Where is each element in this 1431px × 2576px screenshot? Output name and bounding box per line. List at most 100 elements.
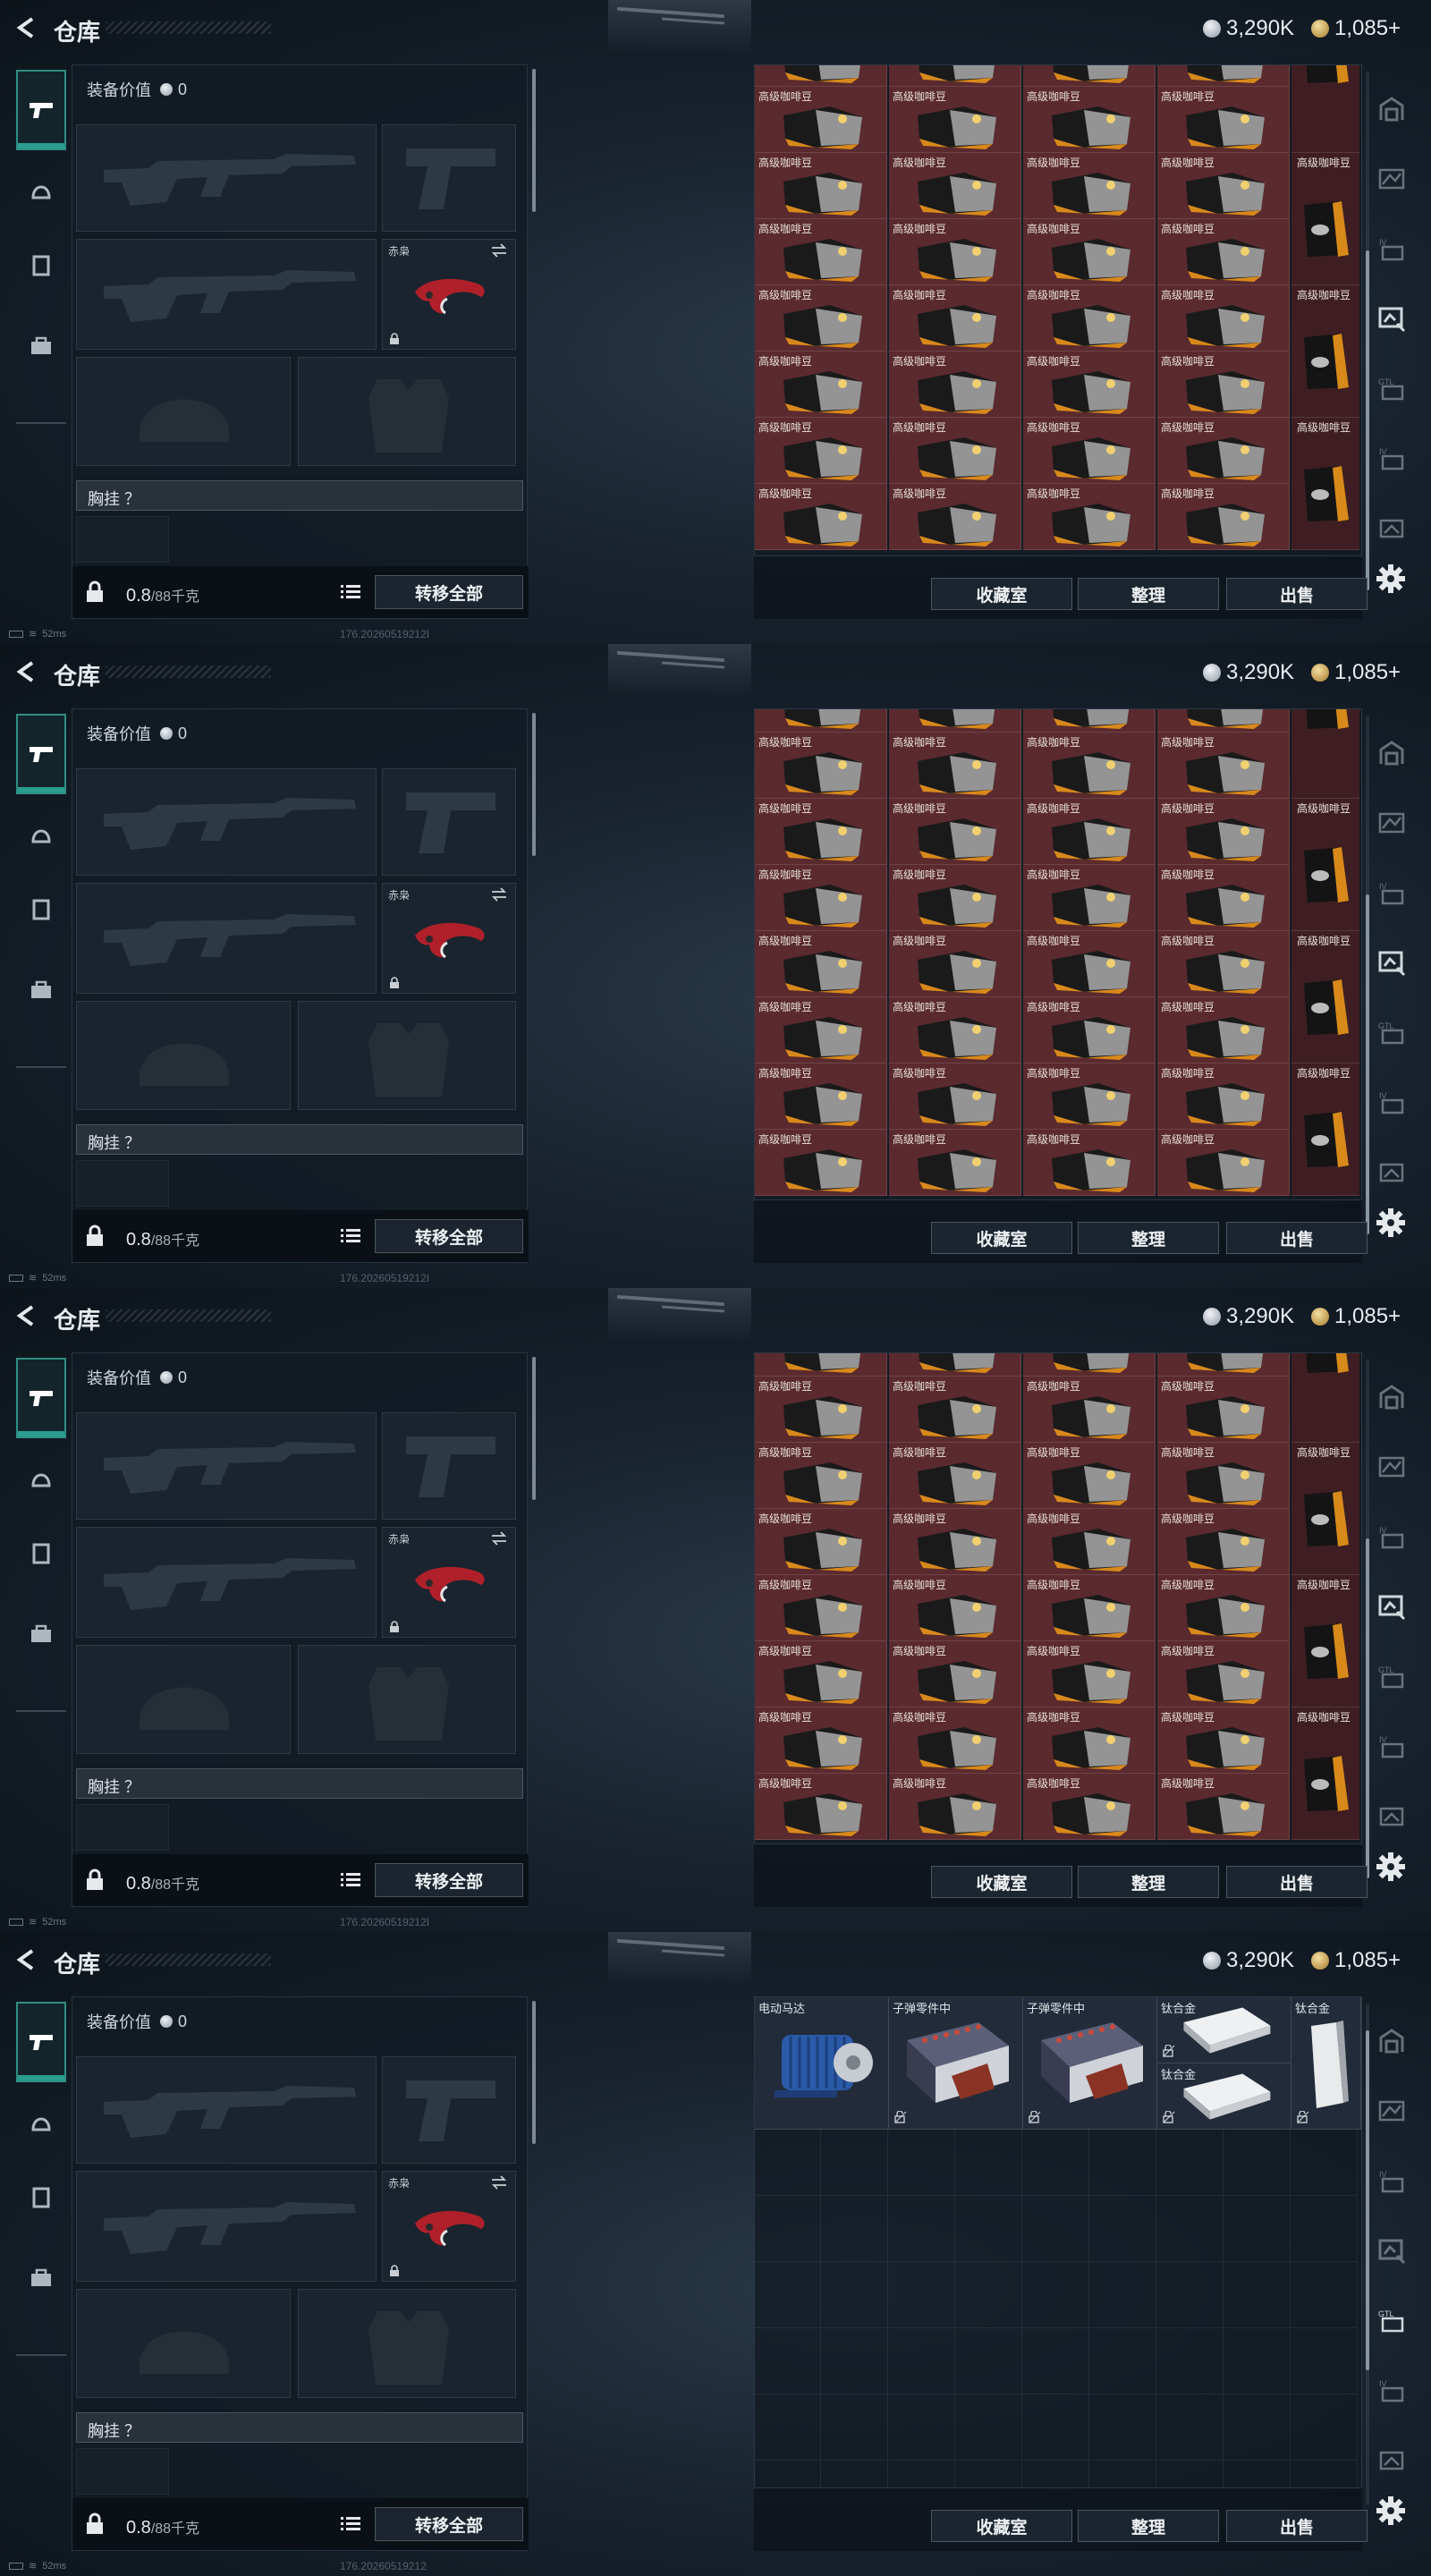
secondary-weapon-slot[interactable] [382,1412,516,1520]
storage-scroll-thumb[interactable] [1366,250,1369,590]
coffee-item[interactable]: 高级咖啡豆 [1023,1774,1156,1840]
empty-slot[interactable] [755,2394,821,2461]
chest-rig-header[interactable]: 胸挂 ？ [76,2412,523,2443]
coffee-item[interactable]: 高级咖啡豆 [889,219,1021,285]
lock-icon[interactable] [85,1224,105,1248]
nav-vest[interactable] [16,1513,66,1594]
coffee-item[interactable]: 高级咖啡豆 [1157,484,1290,550]
secondary-weapon-slot[interactable] [382,768,516,876]
coffee-item[interactable]: 高级咖啡豆 [1157,65,1290,87]
collection-room-button[interactable]: 收藏室 [931,2510,1072,2542]
coffee-item[interactable]: 高级咖啡豆 [1157,1641,1290,1707]
settings-gear-icon[interactable] [1376,1208,1406,1238]
empty-slot[interactable] [1090,2394,1156,2461]
empty-slot[interactable] [889,2130,955,2196]
coffee-item[interactable]: 高级咖啡豆 [889,733,1021,799]
nav-armor[interactable] [16,159,66,222]
empty-slot[interactable] [822,2461,888,2487]
coffee-item[interactable]: 高级咖啡豆 [1023,87,1156,153]
coffee-item[interactable]: 高级咖啡豆 [755,1377,887,1443]
primary-weapon-slot[interactable] [76,124,377,232]
storage-tab-7-icon[interactable] [1374,1154,1410,1190]
coffee-item[interactable]: 高级咖啡豆 [1023,1063,1156,1130]
coffee-item[interactable]: 高级咖啡豆 [755,1707,887,1774]
list-icon[interactable] [341,1872,360,1888]
equipment-scrollbar[interactable] [532,69,536,212]
helmet-slot[interactable] [76,2289,291,2398]
storage-tab-1-icon[interactable] [1374,735,1410,771]
coffee-item[interactable]: 高级咖啡豆 [1023,1575,1156,1641]
nav-armor[interactable] [16,1447,66,1510]
coffee-item[interactable]: 高级咖啡豆 [755,1353,887,1377]
coffee-item[interactable]: 高级咖啡豆 [889,1377,1021,1443]
equipment-scrollbar[interactable] [532,1357,536,1500]
list-icon[interactable] [341,584,360,600]
coffee-item[interactable]: 高级咖啡豆 [1157,153,1290,219]
secondary-weapon-slot[interactable] [382,2056,516,2164]
empty-slot[interactable] [755,2262,821,2328]
transfer-all-button[interactable]: 转移全部 [375,575,523,609]
coffee-item[interactable]: 高级咖啡豆 [755,65,887,87]
sell-button[interactable]: 出售 [1226,2510,1367,2542]
storage-tab-3-icon[interactable]: IV [1374,875,1410,911]
coffee-item[interactable]: 高级咖啡豆 [889,1707,1021,1774]
storage-tab-5-icon[interactable]: GTL [1374,2302,1410,2338]
chest-rig-slot[interactable] [76,516,169,563]
empty-slot[interactable] [889,2196,955,2262]
empty-slot[interactable] [1023,2196,1089,2262]
nav-vest[interactable] [16,869,66,950]
empty-slot[interactable] [822,2130,888,2196]
primary-weapon-slot[interactable] [76,1412,377,1520]
empty-slot[interactable] [889,2461,955,2487]
empty-slot[interactable] [1157,2196,1224,2262]
coffee-item[interactable]: 高级咖啡豆 [755,931,887,997]
empty-slot[interactable] [889,2262,955,2328]
coffee-item[interactable]: 高级咖啡豆 [1157,352,1290,418]
coffee-item[interactable]: 高级咖啡豆 [1157,418,1290,484]
coffee-item[interactable]: 高级咖啡豆 [889,1063,1021,1130]
empty-slot[interactable] [1224,2394,1291,2461]
coffee-item[interactable]: 高级咖啡豆 [1023,153,1156,219]
primary-weapon-slot[interactable] [76,768,377,876]
empty-slot[interactable] [822,2328,888,2394]
coffee-sack-item[interactable] [1291,709,1359,799]
empty-slot[interactable] [1157,2130,1224,2196]
coffee-item[interactable]: 高级咖啡豆 [755,799,887,865]
nav-backpack[interactable] [16,1594,66,1674]
coffee-sack-item[interactable]: 高级咖啡豆 [1291,1707,1359,1840]
nav-armor[interactable] [16,803,66,866]
empty-slot[interactable] [822,2196,888,2262]
coffee-item[interactable]: 高级咖啡豆 [889,352,1021,418]
chest-rig-slot[interactable] [76,1804,169,1851]
coffee-sack-item[interactable]: 高级咖啡豆 [1291,799,1359,931]
empty-slot[interactable] [956,2394,1022,2461]
sort-button[interactable]: 整理 [1078,1866,1219,1898]
back-arrow-icon[interactable] [14,660,38,683]
coffee-item[interactable]: 高级咖啡豆 [889,1443,1021,1509]
nav-vest[interactable] [16,225,66,306]
empty-slot[interactable] [889,2328,955,2394]
storage-tab-7-icon[interactable] [1374,510,1410,546]
helmet-slot[interactable] [76,357,291,466]
coffee-item[interactable]: 高级咖啡豆 [1023,65,1156,87]
coffee-sack-item[interactable]: 高级咖啡豆 [1291,1443,1359,1575]
empty-slot[interactable] [1090,2130,1156,2196]
coffee-item[interactable]: 高级咖啡豆 [889,997,1021,1063]
empty-slot[interactable] [1224,2262,1291,2328]
empty-slot[interactable] [1023,2262,1089,2328]
armor-slot[interactable] [298,2289,516,2398]
coffee-item[interactable]: 高级咖啡豆 [889,799,1021,865]
storage-tab-3-icon[interactable]: IV [1374,231,1410,267]
gold-currency[interactable]: 1,085+ [1311,16,1401,41]
coffee-item[interactable]: 高级咖啡豆 [889,418,1021,484]
nav-vest[interactable] [16,2157,66,2238]
settings-gear-icon[interactable] [1376,1852,1406,1882]
storage-tab-4-icon[interactable] [1374,301,1410,336]
swap-icon[interactable] [490,243,508,258]
storage-item[interactable]: 电动马达 [755,1997,889,2130]
coffee-sack-item[interactable] [1291,1353,1359,1443]
coffee-item[interactable]: 高级咖啡豆 [755,1641,887,1707]
coffee-item[interactable]: 高级咖啡豆 [1023,285,1156,352]
storage-tab-6-icon[interactable]: IV [1374,1084,1410,1120]
storage-tab-4-icon[interactable] [1374,945,1410,980]
